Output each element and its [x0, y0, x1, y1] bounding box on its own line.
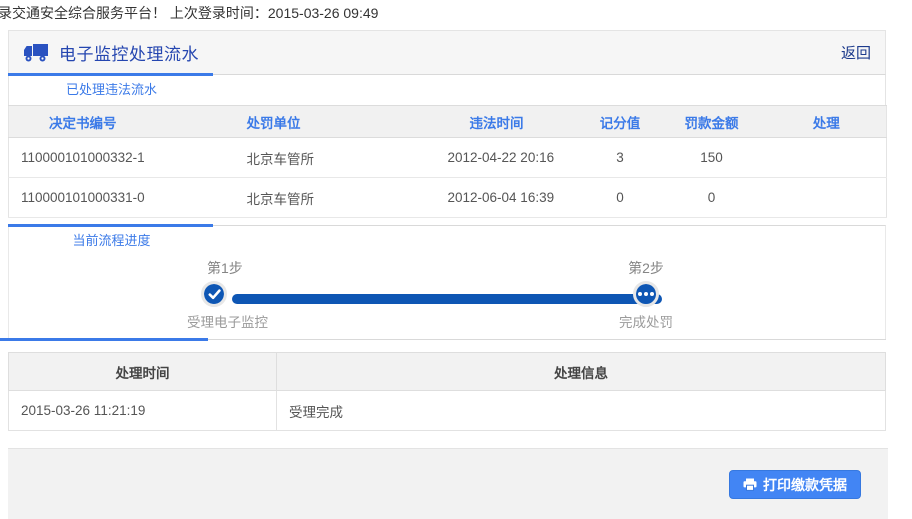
- tab-current-progress[interactable]: 当前流程进度: [9, 226, 214, 256]
- col-violation-time: 违法时间: [443, 105, 584, 138]
- violations-table: 决定书编号 处罚单位 违法时间 记分值 罚款金额 处理 110000101000…: [8, 105, 887, 218]
- step-2-name: 完成处罚: [619, 315, 673, 330]
- back-button[interactable]: 返回: [841, 42, 871, 63]
- ellipsis-icon: [633, 281, 659, 307]
- cell-fine-amount: 0: [656, 177, 767, 218]
- welcome-text: 录交通安全综合服务平台！ 上次登录时间：2015-03-26 09:49: [0, 5, 379, 21]
- footer-bar: 打印缴款凭据: [8, 448, 888, 519]
- cell-action: [766, 137, 887, 178]
- progress-stepper: 第1步 受理电子监控 第2步 完成处罚: [187, 258, 678, 338]
- cell-process-time: 2015-03-26 11:21:19: [8, 390, 277, 431]
- cell-points: 3: [583, 137, 657, 178]
- cell-action: [766, 177, 887, 218]
- progress-panel: 当前流程进度 第1步 受理电子监控 第2步 完成处罚: [8, 224, 886, 339]
- print-receipt-label: 打印缴款凭据: [763, 476, 847, 493]
- step-2: 第2步 完成处罚: [598, 258, 694, 332]
- cell-violation-time: 2012-04-22 20:16: [443, 137, 584, 178]
- step-2-label: 第2步: [628, 260, 664, 276]
- page-title: 电子监控处理流水: [59, 45, 199, 64]
- col-process-info: 处理信息: [276, 352, 886, 391]
- cell-decision-no: 110000101000332-1: [8, 137, 239, 178]
- cell-punish-unit: 北京车管所: [238, 177, 444, 218]
- print-receipt-button[interactable]: 打印缴款凭据: [729, 470, 861, 499]
- table-row: 110000101000331-0 北京车管所 2012-06-04 16:39…: [8, 177, 887, 218]
- panel-header: 电子监控处理流水 返回: [8, 30, 886, 74]
- col-process-time: 处理时间: [8, 352, 277, 391]
- violations-tabrow: 已处理违法流水: [8, 73, 886, 105]
- cell-decision-no: 110000101000331-0: [8, 177, 239, 218]
- col-decision-no: 决定书编号: [8, 105, 239, 138]
- cell-violation-time: 2012-06-04 16:39: [443, 177, 584, 218]
- col-fine-amount: 罚款金额: [656, 105, 767, 138]
- violations-header-row: 决定书编号 处罚单位 违法时间 记分值 罚款金额 处理: [8, 105, 887, 138]
- cell-punish-unit: 北京车管所: [238, 137, 444, 178]
- printer-icon: [743, 478, 757, 491]
- step-1-label: 第1步: [207, 260, 243, 276]
- col-points: 记分值: [583, 105, 657, 138]
- col-action: 处理: [766, 105, 887, 138]
- step-1: 第1步 受理电子监控: [187, 258, 307, 332]
- cell-points: 0: [583, 177, 657, 218]
- cell-process-info: 受理完成: [276, 390, 886, 431]
- table-row: 110000101000332-1 北京车管所 2012-04-22 20:16…: [8, 137, 887, 178]
- table-row: 2015-03-26 11:21:19 受理完成: [8, 390, 886, 431]
- process-log-table: 处理时间 处理信息 2015-03-26 11:21:19 受理完成: [8, 352, 886, 431]
- log-header-row: 处理时间 处理信息: [8, 352, 886, 391]
- truck-icon: [23, 43, 49, 62]
- step-1-name: 受理电子监控: [187, 315, 268, 330]
- process-log-panel: 处理时间 处理信息 2015-03-26 11:21:19 受理完成: [0, 338, 886, 431]
- tab-processed-violations[interactable]: 已处理违法流水: [9, 75, 214, 105]
- check-icon: [201, 281, 227, 307]
- welcome-bar: 录交通安全综合服务平台！ 上次登录时间：2015-03-26 09:49: [0, 0, 912, 30]
- col-punish-unit: 处罚单位: [238, 105, 444, 138]
- main-panel: 电子监控处理流水 返回 已处理违法流水 决定书编号 处罚单位 违法时间 记分值 …: [0, 30, 887, 431]
- cell-fine-amount: 150: [656, 137, 767, 178]
